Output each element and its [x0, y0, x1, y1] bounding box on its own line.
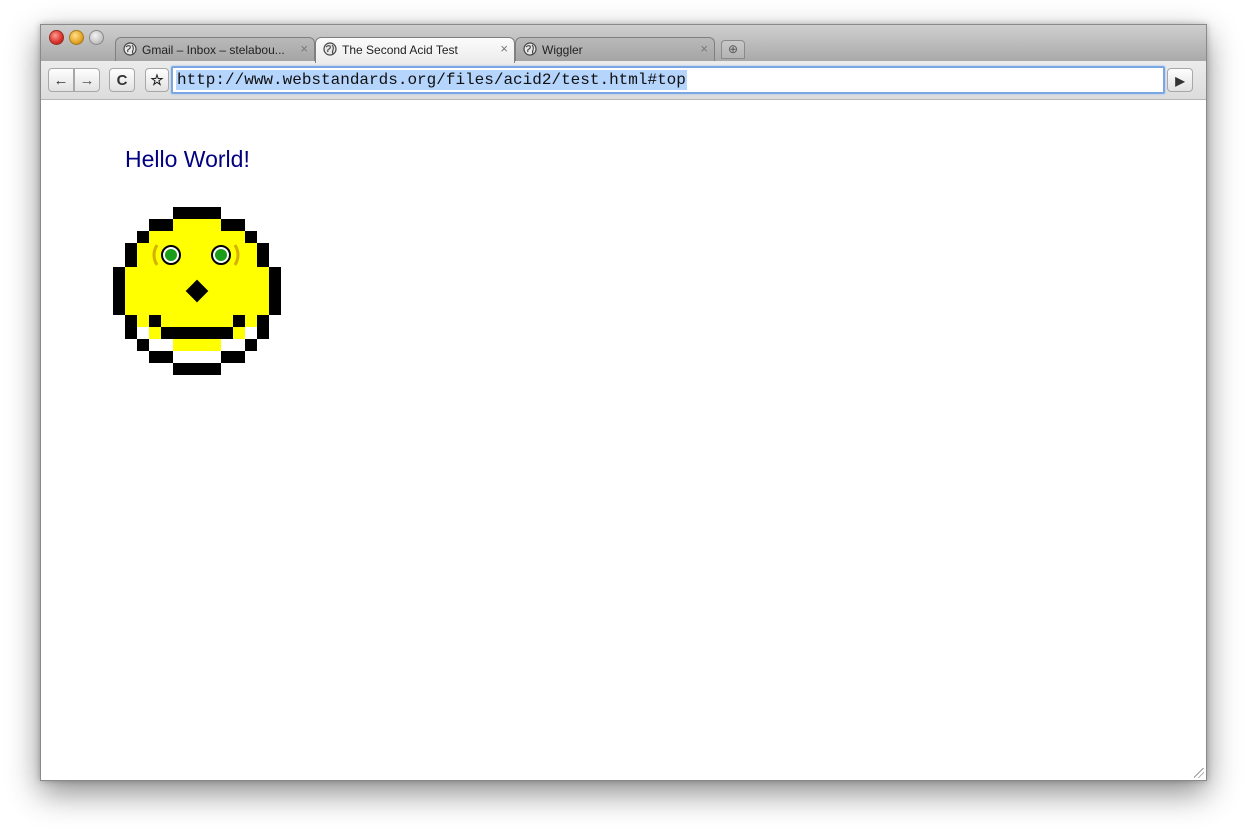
tab-wiggler[interactable]: Wiggler × — [515, 37, 715, 62]
toolbar: ← → C ☆ http://www.webstandards.org/file… — [41, 61, 1206, 100]
page-heading: Hello World! — [125, 146, 250, 172]
minimize-window-icon[interactable] — [69, 30, 84, 45]
tab-title: Wiggler — [542, 43, 583, 57]
acid2-smiley-face — [113, 207, 281, 375]
tab-title: Gmail – Inbox – stelabou... — [142, 43, 285, 57]
tab-strip: Gmail – Inbox – stelabou... × The Second… — [41, 25, 1206, 63]
new-tab-button[interactable]: ⊕ — [721, 40, 745, 59]
zoom-window-icon[interactable] — [89, 30, 104, 45]
tab-second-acid-test[interactable]: The Second Acid Test × — [315, 37, 515, 63]
resize-grip-icon[interactable] — [1194, 768, 1204, 778]
tab-gmail[interactable]: Gmail – Inbox – stelabou... × — [115, 37, 315, 62]
close-window-icon[interactable] — [49, 30, 64, 45]
reload-button[interactable]: C — [109, 68, 135, 92]
bookmark-star-button[interactable]: ☆ — [145, 68, 169, 92]
go-button[interactable]: ▶ — [1167, 68, 1193, 92]
forward-button[interactable]: → — [74, 68, 100, 92]
close-tab-icon[interactable]: × — [500, 41, 508, 56]
page-content: Hello World! — [41, 100, 1206, 780]
globe-icon — [323, 42, 337, 56]
globe-icon — [523, 42, 537, 56]
browser-window: Gmail – Inbox – stelabou... × The Second… — [40, 24, 1207, 781]
globe-icon — [123, 42, 137, 56]
close-tab-icon[interactable]: × — [700, 41, 708, 56]
tab-title: The Second Acid Test — [342, 43, 458, 57]
address-bar[interactable]: http://www.webstandards.org/files/acid2/… — [171, 66, 1165, 94]
close-tab-icon[interactable]: × — [300, 41, 308, 56]
address-url[interactable]: http://www.webstandards.org/files/acid2/… — [176, 70, 687, 90]
back-button[interactable]: ← — [48, 68, 74, 92]
